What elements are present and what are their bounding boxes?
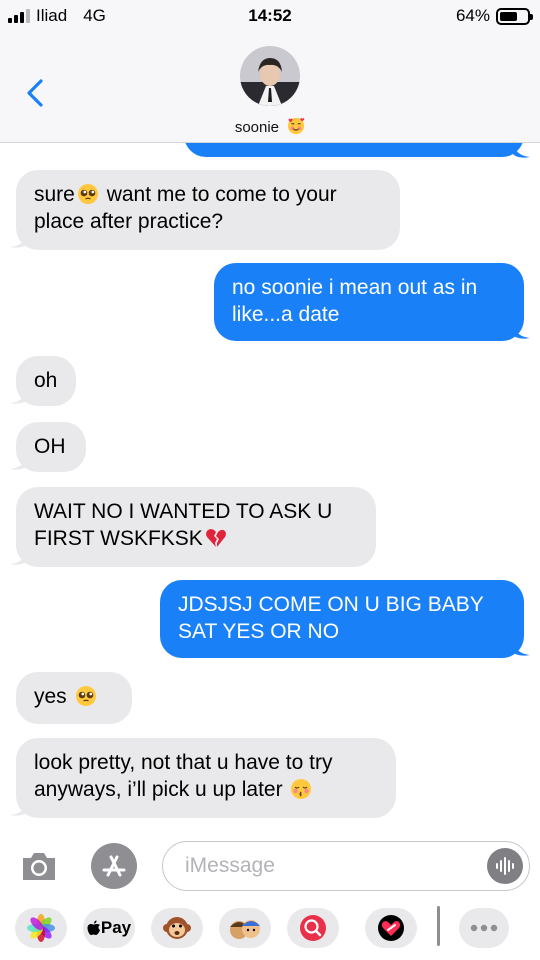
waveform-icon [496, 857, 514, 875]
kissing-face-with-closed-eyes-emoji [291, 779, 312, 799]
animoji-app-button[interactable] [151, 908, 203, 948]
message-bubble-outgoing[interactable]: JDSJSJ COME ON U BIG BABY SAT YES OR NO [160, 580, 524, 658]
message-bubble-incoming[interactable]: sure want me to come to your place after… [16, 170, 400, 250]
app-store-button[interactable] [91, 843, 137, 889]
smiling-face-with-hearts-emoji [288, 117, 305, 135]
message-text: sure [34, 183, 75, 206]
bubble-tail [512, 143, 530, 158]
camera-icon[interactable] [20, 848, 58, 884]
bubble-tail [10, 548, 28, 565]
compose-bar [0, 833, 540, 898]
more-icon [470, 924, 498, 932]
contact-name[interactable]: soonie [0, 117, 540, 136]
pleading-face-emoji [77, 184, 98, 204]
bubble-tail [10, 231, 28, 248]
status-bar: Iliad 4G 14:52 64% [0, 0, 540, 34]
message-bubble-incoming[interactable]: look pretty, not that u have to try anyw… [16, 738, 396, 818]
bubble-tail [512, 322, 530, 339]
memoji-app-button[interactable] [219, 908, 271, 948]
message-text: no soonie i mean out as in like...a date [232, 276, 478, 326]
message-input-field[interactable] [162, 841, 530, 891]
audio-message-button[interactable] [487, 848, 523, 884]
battery-info: 64% [455, 6, 533, 26]
message-bubble-outgoing[interactable]: no soonie i mean out as in like...a date [214, 263, 524, 341]
digital-touch-icon [378, 915, 404, 941]
message-text: oh [34, 369, 58, 392]
bubble-tail [512, 639, 530, 656]
photos-app-button[interactable] [15, 908, 67, 948]
more-apps-button[interactable] [459, 908, 509, 948]
drawer-divider [437, 906, 440, 946]
battery-icon [496, 7, 533, 25]
message-bubble-outgoing-partial[interactable] [184, 143, 524, 157]
message-text: yes [34, 685, 67, 708]
message-input[interactable] [185, 852, 475, 880]
bubble-tail [10, 453, 28, 470]
web-search-icon [300, 915, 326, 941]
apple-pay-button[interactable]: Pay [83, 908, 135, 948]
imessage-app-drawer: Pay [0, 898, 540, 960]
digital-touch-app-button[interactable] [365, 908, 417, 948]
message-thread[interactable]: sure want me to come to your place after… [0, 143, 540, 833]
contact-avatar[interactable] [240, 46, 300, 106]
broken-heart-emoji [205, 529, 226, 547]
contact-name-label: soonie [234, 119, 280, 136]
bubble-tail [10, 387, 28, 404]
battery-percent: 64% [455, 6, 490, 25]
photos-icon [27, 914, 55, 942]
message-text: look pretty, not that u have to try anyw… [34, 751, 333, 801]
web-search-app-button[interactable] [287, 908, 339, 948]
monkey-emoji-icon [163, 917, 191, 939]
message-text: JDSJSJ COME ON U BIG BABY SAT YES OR NO [178, 593, 484, 643]
apple-logo-icon [87, 920, 100, 935]
pleading-face-emoji [75, 686, 96, 706]
bubble-tail [10, 799, 28, 816]
app-store-icon [102, 855, 126, 877]
message-text: OH [34, 435, 66, 458]
apple-pay-label: Pay [100, 918, 132, 937]
message-bubble-incoming[interactable]: WAIT NO I WANTED TO ASK U FIRST WSKFKSK [16, 487, 376, 567]
memoji-icon [230, 920, 260, 939]
conversation-header: Iliad 4G 14:52 64% soonie [0, 0, 540, 143]
back-chevron-icon[interactable] [24, 78, 46, 108]
message-bubble-incoming[interactable]: yes [16, 672, 132, 724]
message-text: WAIT NO I WANTED TO ASK U FIRST WSKFKSK [34, 500, 333, 550]
